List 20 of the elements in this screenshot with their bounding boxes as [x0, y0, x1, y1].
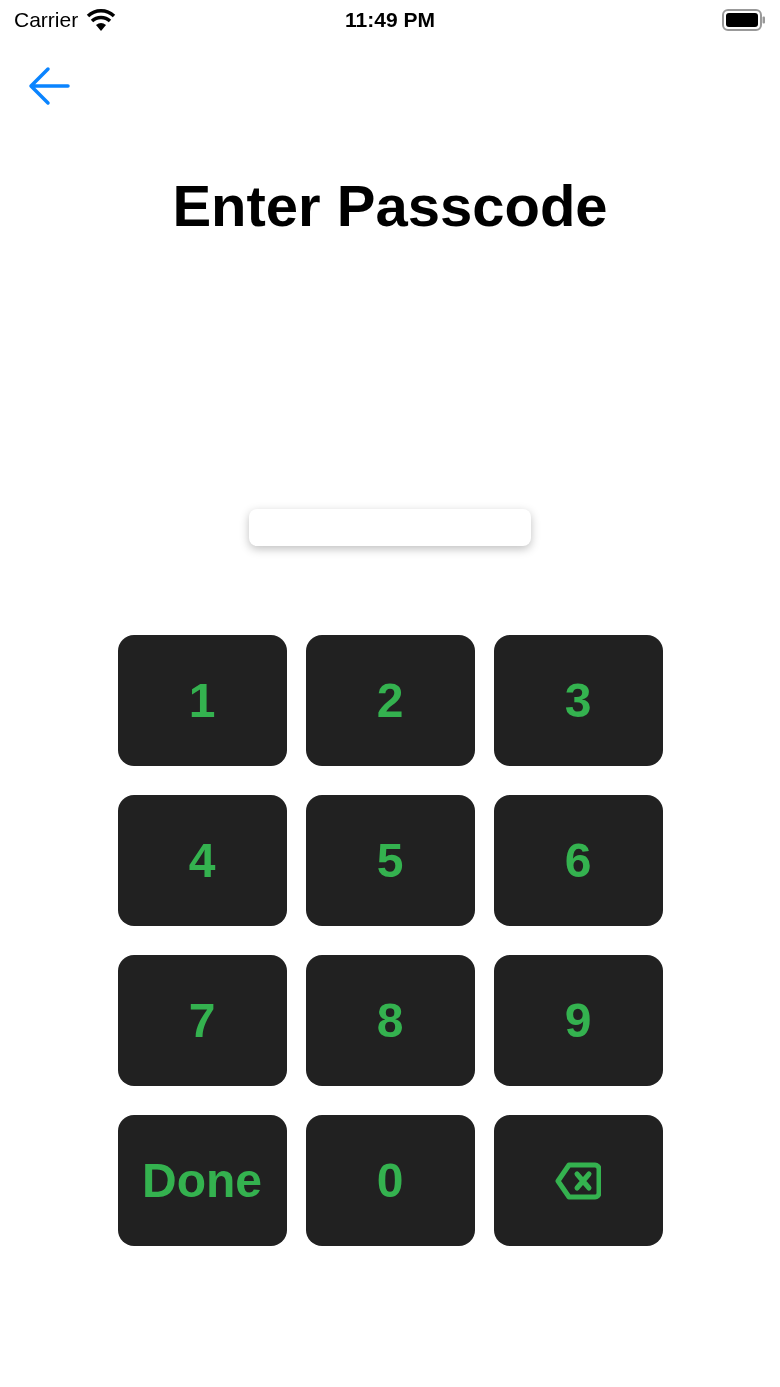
digit-key[interactable]: 6: [493, 795, 663, 926]
digit-key[interactable]: 0: [305, 1115, 475, 1246]
digit-key[interactable]: 5: [305, 795, 475, 926]
digit-key[interactable]: 1: [117, 635, 287, 766]
digit-key[interactable]: 9: [493, 955, 663, 1086]
done-button[interactable]: Done: [117, 1115, 287, 1246]
digit-key[interactable]: 2: [305, 635, 475, 766]
wifi-icon: [86, 9, 117, 31]
passcode-field[interactable]: [249, 509, 531, 546]
carrier-label: Carrier: [14, 8, 79, 32]
digit-key[interactable]: 4: [117, 795, 287, 926]
battery-icon: [722, 9, 766, 31]
delete-icon: [555, 1161, 601, 1200]
back-button[interactable]: [28, 66, 70, 106]
page-title: Enter Passcode: [172, 172, 608, 239]
delete-button[interactable]: [493, 1115, 663, 1246]
status-time: 11:49 PM: [345, 8, 435, 32]
digit-key[interactable]: 7: [117, 955, 287, 1086]
digit-key[interactable]: 3: [493, 635, 663, 766]
digit-key[interactable]: 8: [305, 955, 475, 1086]
